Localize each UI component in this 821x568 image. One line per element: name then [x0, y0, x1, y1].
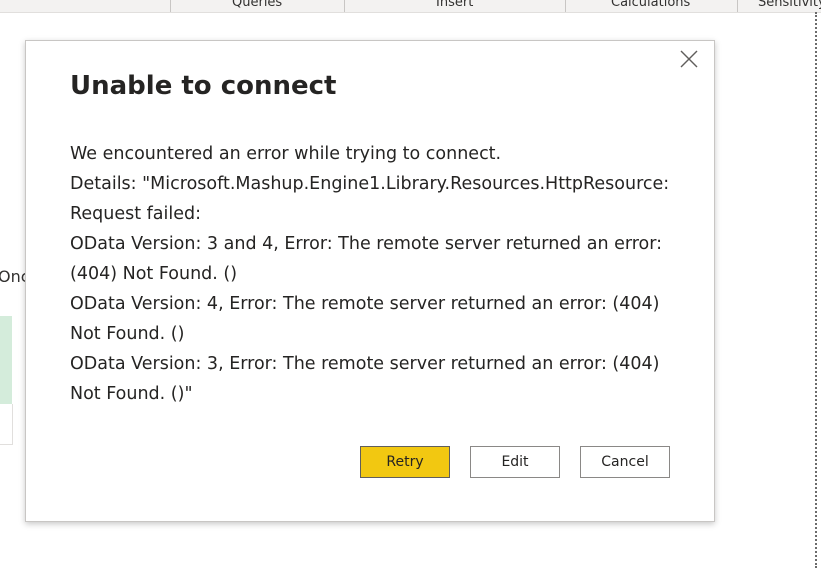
message-line: OData Version: 3 and 4, Error: The remot… [70, 234, 663, 254]
background-card-lower [0, 404, 13, 445]
message-line: We encountered an error while trying to … [70, 144, 502, 164]
ribbon-group-queries[interactable]: Queries [232, 0, 282, 12]
message-line: Details: "Microsoft.Mashup.Engine1.Libra… [70, 174, 670, 194]
dialog-title: Unable to connect [70, 71, 337, 101]
background-card [0, 316, 12, 404]
ribbon-separator [737, 0, 738, 12]
ribbon-separator [565, 0, 566, 12]
ribbon-group-calculations[interactable]: Calculations [611, 0, 690, 12]
app-canvas: Queries Insert Calculations Sensitivity … [0, 0, 821, 568]
edit-button[interactable]: Edit [470, 446, 560, 478]
message-line: Request failed: [70, 204, 202, 224]
retry-button[interactable]: Retry [360, 446, 450, 478]
message-line: Not Found. ()" [70, 384, 193, 404]
error-message: We encountered an error while trying to … [70, 139, 670, 409]
ribbon-group-sensitivity[interactable]: Sensitivity [758, 0, 821, 12]
ribbon-separator [344, 0, 345, 12]
message-line: OData Version: 3, Error: The remote serv… [70, 354, 660, 374]
message-line: Not Found. () [70, 324, 185, 344]
close-button[interactable] [678, 48, 700, 70]
close-icon [680, 50, 698, 68]
error-dialog: Unable to connect We encountered an erro… [25, 40, 715, 522]
canvas-edge-dotted [815, 12, 817, 568]
cancel-button[interactable]: Cancel [580, 446, 670, 478]
ribbon-separator [170, 0, 171, 12]
message-line: (404) Not Found. () [70, 264, 238, 284]
ribbon-group-insert[interactable]: Insert [436, 0, 473, 12]
message-line: OData Version: 4, Error: The remote serv… [70, 294, 660, 314]
ribbon-bar: Queries Insert Calculations Sensitivity [0, 0, 821, 13]
